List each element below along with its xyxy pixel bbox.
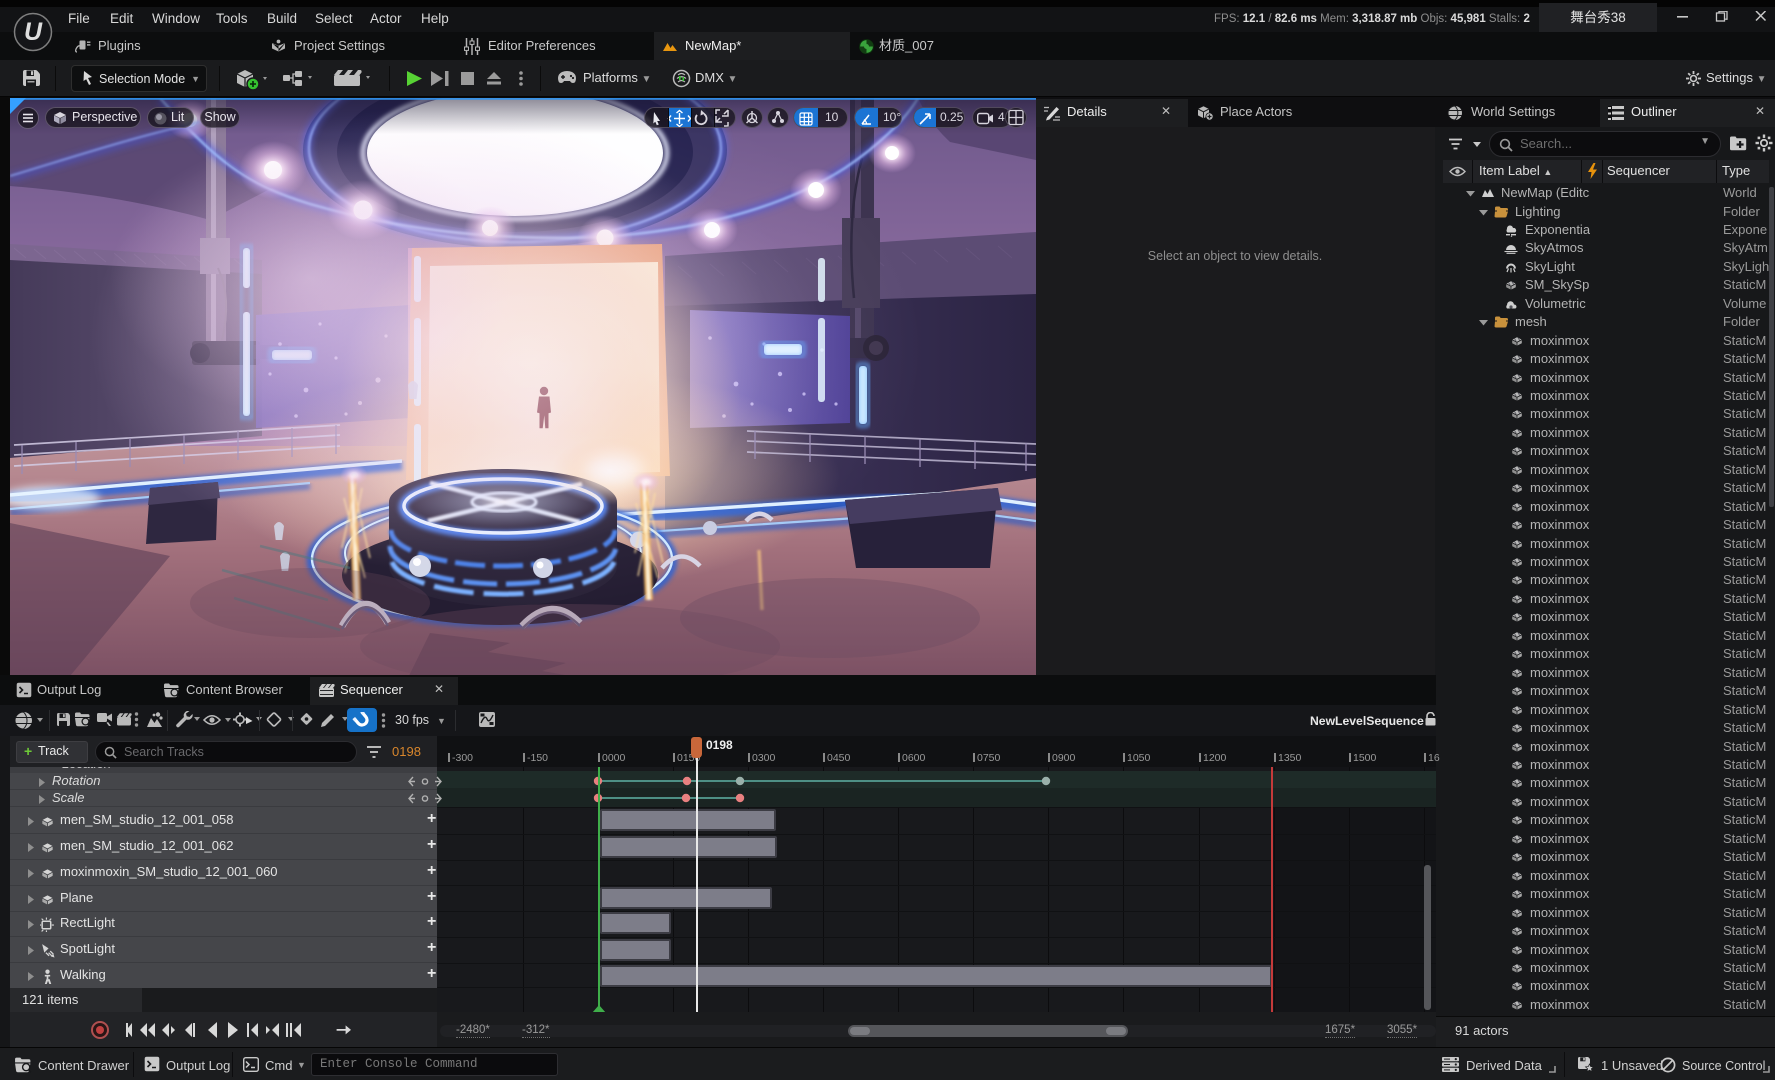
- svg-text:U: U: [24, 18, 43, 46]
